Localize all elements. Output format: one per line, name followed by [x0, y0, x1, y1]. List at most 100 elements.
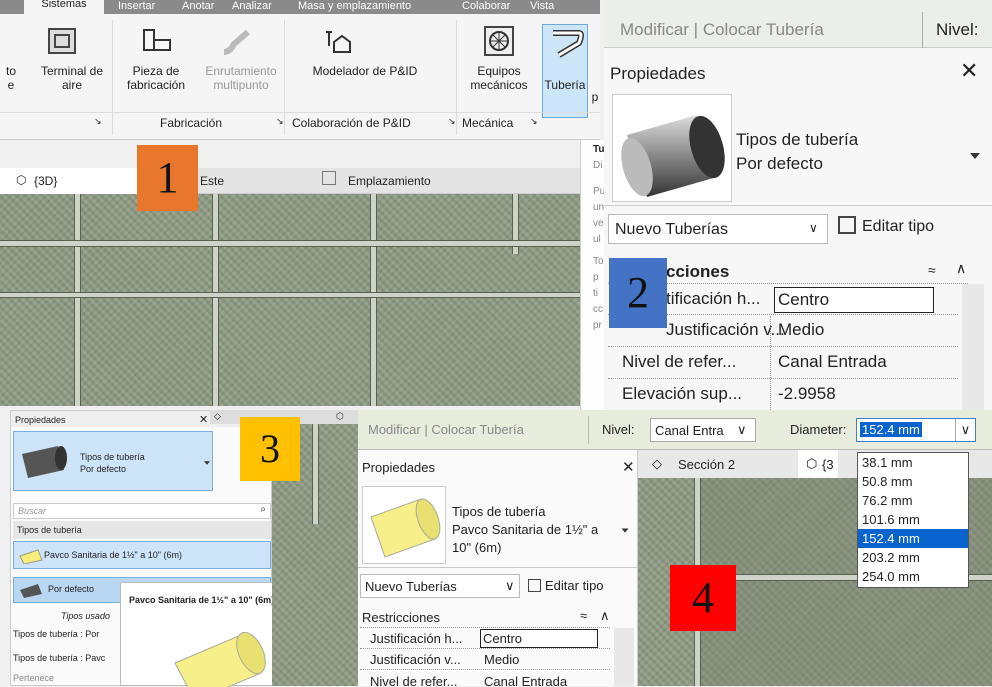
prop-value-input[interactable]: Centro [774, 287, 934, 313]
type-family: Tipos de tubería [736, 130, 859, 149]
scrollbar[interactable] [614, 628, 634, 686]
search-icon: ⌕ [260, 504, 266, 515]
cube-icon: ⬡ [16, 173, 27, 187]
option-76-2[interactable]: 76.2 mm [858, 491, 968, 510]
tab-anotar[interactable]: Anotar [182, 0, 214, 14]
fabrication-part-icon [140, 26, 174, 56]
diameter-select[interactable]: 152.4 mm ∨ [856, 418, 976, 442]
edit-type-button[interactable]: Editar tipo [838, 216, 934, 236]
pipe-preview-icon [22, 446, 67, 478]
chevron-down-icon [204, 460, 210, 466]
prop-value-input[interactable]: Centro [480, 629, 598, 648]
prop-row: Justificación v... Medio [360, 650, 610, 670]
tab-sistemas[interactable]: Sistemas [24, 0, 104, 14]
close-icon[interactable]: ✕ [199, 413, 208, 426]
group-arrow-1[interactable]: ↘ [94, 116, 102, 127]
pipe-grey-icon [20, 584, 42, 598]
type-selector[interactable]: Tipos de tubería Por defecto [13, 431, 213, 491]
edit-type-icon [838, 216, 856, 234]
list-item[interactable]: Tipos de tubería : Pavc [13, 653, 105, 663]
scrollbar[interactable] [962, 284, 984, 410]
tab-analizar[interactable]: Analizar [232, 0, 272, 14]
properties-title: Propiedades [610, 64, 706, 83]
chevron-down-icon [621, 524, 629, 535]
chevron-down-icon: ∨ [809, 221, 818, 235]
chevron-down-icon: ∨ [737, 422, 747, 437]
list-item[interactable]: Pavco Sanitaria de 1½" a 10" (6m) [13, 541, 271, 569]
group-pid[interactable]: Colaboración de P&ID [292, 116, 411, 130]
type-preview [612, 94, 732, 202]
air-terminal-icon [48, 28, 76, 54]
diameter-options: 38.1 mm 50.8 mm 76.2 mm 101.6 mm 152.4 m… [857, 452, 969, 588]
mechanical-equipment-button[interactable]: Equipos mecánicos [454, 64, 544, 92]
tab-seccion-2[interactable]: Sección 2 [678, 457, 735, 472]
instance-select[interactable]: Nuevo Tuberías ∨ [608, 214, 828, 244]
option-152-4[interactable]: 152.4 mm [858, 529, 968, 548]
tab-este[interactable]: Este [200, 174, 224, 188]
tab-colaborar[interactable]: Colaborar [462, 0, 510, 14]
group-fabricacion[interactable]: Fabricación [160, 116, 222, 130]
type-selector[interactable]: Tipos de tubería Pavco Sanitaria de 1½" … [358, 482, 638, 568]
tab-3d[interactable]: ⬡ {3D} [0, 168, 140, 194]
fabrication-part-button[interactable]: Pieza de fabricación [116, 64, 196, 92]
ribbon-btn-partial-right[interactable]: p [590, 90, 600, 104]
pid-modeler-button[interactable]: Modelador de P&ID [290, 64, 440, 78]
multipoint-routing-button[interactable]: Enrutamiento multipunto [196, 64, 286, 92]
section-icon: ◇ [652, 456, 662, 471]
pipe-yellow-icon [174, 631, 266, 687]
level-select[interactable]: Canal Entra ∨ [650, 418, 756, 442]
option-38-1[interactable]: 38.1 mm [858, 453, 968, 472]
pipe-label: Tubería [544, 78, 586, 92]
dropdown-button[interactable]: ∨ [955, 419, 975, 441]
section-header[interactable]: Restricciones ≈ ∧ [360, 608, 610, 628]
tab-emplazamiento[interactable]: Emplazamiento [348, 174, 431, 188]
close-icon[interactable]: ✕ [622, 458, 635, 476]
site-icon [322, 171, 336, 185]
scroll-up-icon[interactable]: ∧ [956, 260, 966, 277]
collapse-icon: ≈ [580, 608, 588, 623]
cube-icon: ⬡ [336, 411, 344, 421]
chevron-down-icon [970, 148, 980, 162]
air-terminal-button[interactable]: Terminal de aire [32, 64, 112, 92]
pipe-button[interactable] [542, 24, 588, 118]
chevron-down-icon: ∨ [505, 578, 515, 593]
option-50-8[interactable]: 50.8 mm [858, 472, 968, 491]
search-input[interactable]: Buscar ⌕ [13, 503, 271, 519]
tab-masa[interactable]: Masa y emplazamiento [298, 0, 411, 14]
badge-3: 3 [240, 417, 300, 481]
section-icon: ◇ [214, 411, 221, 421]
list-item[interactable]: Pertenece [13, 673, 54, 683]
list-item[interactable]: Tipos de tubería : Por [13, 629, 99, 639]
edit-type-icon [528, 579, 541, 592]
group-arrow-2[interactable]: ↘ [276, 116, 284, 127]
viewport-3d[interactable] [0, 194, 580, 406]
ribbon-btn-partial[interactable]: to e [0, 64, 22, 92]
group-mecanica[interactable]: Mecánica [462, 116, 513, 130]
tab-insertar[interactable]: Insertar [118, 0, 155, 14]
cube-icon: ⬡ [806, 456, 818, 471]
pipe-icon [553, 30, 584, 58]
prop-row: Nivel de refer... Canal Entrada [608, 348, 958, 379]
type-selector[interactable]: Tipos de tubería Por defecto [604, 92, 992, 206]
list-header: Tipos de tubería [13, 521, 271, 539]
scroll-up-icon[interactable]: ∧ [600, 608, 610, 624]
mechanical-equipment-icon [484, 26, 514, 56]
group-arrow-3[interactable]: ↘ [448, 116, 456, 127]
option-203-2[interactable]: 203.2 mm [858, 548, 968, 567]
option-254-0[interactable]: 254.0 mm [858, 567, 968, 586]
option-101-6[interactable]: 101.6 mm [858, 510, 968, 529]
pipe-yellow-icon [19, 549, 43, 564]
prop-row: Nivel de refer... Canal Entrada [370, 674, 568, 686]
type-preview [362, 486, 446, 564]
group-arrow-4[interactable]: ↘ [530, 116, 538, 127]
prop-row: Justificación h... Centro [360, 629, 610, 649]
context-title: Modificar | Colocar Tubería [620, 20, 824, 39]
used-types-label: Tipos usado [61, 611, 110, 621]
properties-panel-top: Modificar | Colocar Tubería Nivel: Propi… [604, 0, 992, 410]
multipoint-routing-icon [220, 26, 256, 56]
close-icon[interactable]: ✕ [960, 58, 978, 84]
edit-type-button[interactable]: Editar tipo [528, 578, 604, 593]
collapse-icon: ≈ [928, 262, 936, 278]
instance-select[interactable]: Nuevo Tuberías ∨ [360, 574, 520, 598]
tab-vista[interactable]: Vista [530, 0, 554, 14]
